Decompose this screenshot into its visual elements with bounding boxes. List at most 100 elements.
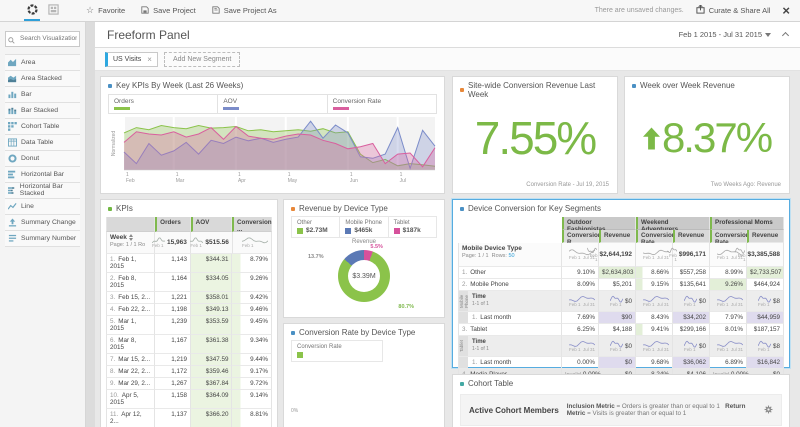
date-range-selector[interactable]: Feb 1 2015 - Jul 31 2015: [679, 30, 771, 39]
collapse-panel-icon[interactable]: [781, 31, 790, 40]
column-header[interactable]: Conversion Rate: [636, 230, 676, 246]
sidebar-item-donut[interactable]: Donut: [5, 150, 80, 167]
card-sitewide-conversion[interactable]: Site-wide Conversion Revenue Last Week 7…: [452, 76, 618, 194]
kpis-table-row[interactable]: 2. Feb 8, 2015 1,164 $334.05 9.26%: [106, 273, 272, 292]
remove-segment-icon[interactable]: ×: [147, 55, 152, 64]
search-visualizations-input[interactable]: [5, 30, 80, 47]
device-conversion-table: Outdoor FashionistasWeekend AdventurersP…: [458, 217, 784, 381]
sidebar-item-horizontal-bar[interactable]: Horizontal Bar: [5, 166, 80, 183]
kpis-table-row[interactable]: 3. Feb 15, 2... 1,221 $358.01 9.42%: [106, 292, 272, 304]
kpis-table-row[interactable]: 10. Apr 5, 2015 1,158 $364.09 9.14%: [106, 390, 272, 409]
legend-item-conversion-rate[interactable]: Conversion Rate: [327, 94, 437, 114]
column-header[interactable]: Conversion R...: [562, 230, 602, 246]
summary-footnote: Conversion Rate - Jul 19, 2015: [526, 182, 609, 188]
save-project-as-button[interactable]: Save Project As: [212, 5, 277, 16]
card-device-conversion[interactable]: Device Conversion for Key Segments Outdo…: [452, 199, 790, 381]
kpis-table-row[interactable]: 7. Mar 15, 2... 1,219 $347.59 9.44%: [106, 354, 272, 366]
card-cohort-table[interactable]: Cohort Table Active Cohort Members Inclu…: [452, 374, 790, 427]
legend-item-other[interactable]: Other $2.73M: [292, 217, 341, 237]
cohort-metrics: Inclusion Metric = Orders is greater tha…: [566, 403, 746, 417]
add-new-segment-button[interactable]: Add New Segment: [163, 51, 241, 67]
legend-item-mobile-phone[interactable]: Mobile Phone $465k: [340, 217, 389, 237]
time-breakdown-row[interactable]: Mobile Phone Time 1-1 of 1 Feb 1 Jul 31 Feb …: [458, 291, 784, 312]
sidebar-item-area-stacked[interactable]: Area Stacked: [5, 70, 80, 87]
save-icon: [141, 5, 149, 16]
sidebar-item-summary-number[interactable]: Summary Number: [5, 230, 80, 247]
active-tab-underline: [24, 19, 40, 21]
column-header[interactable]: Revenue: [673, 230, 710, 243]
segment-group-header: Outdoor FashionistasWeekend AdventurersP…: [458, 217, 784, 233]
card-kpis-table[interactable]: KPIs Orders AOV Conversion ... Week Page: 1…: [100, 199, 278, 427]
column-header[interactable]: Revenue: [747, 230, 784, 243]
card-week-over-week[interactable]: Week over Week Revenue 8.37% Two Weeks A…: [624, 76, 790, 194]
device-table-row[interactable]: 1. Last month 7.69% $90 8.43% $34,202 7.97% $44…: [458, 312, 784, 324]
sidebar-item-bar-stacked[interactable]: Bar Stacked: [5, 102, 80, 119]
kpis-table-row[interactable]: 5. Mar 1, 2015 1,239 $353.59 9.45%: [106, 316, 272, 335]
group-header[interactable]: Professional Moms: [710, 217, 784, 230]
sidebar-item-area[interactable]: Area: [5, 54, 80, 71]
card-conversion-by-device[interactable]: Conversion Rate by Device Type Conversio…: [283, 323, 445, 427]
donut-chart: Revenue $3.39M 5.5% 13.7% 80.7%: [308, 239, 414, 310]
kpis-table-row[interactable]: 11. Apr 12, 2... 1,137 $366.20 8.81%: [106, 409, 272, 427]
device-table-row[interactable]: 2. Mobile Phone 8.09% $5,201 9.15% $135,641 9.…: [458, 279, 784, 291]
card-revenue-by-device[interactable]: Revenue by Device Type Other $2.73M Mobile…: [283, 199, 445, 318]
group-header[interactable]: Outdoor Fashionistas: [562, 217, 636, 233]
workspace-logo-icon[interactable]: [27, 2, 38, 20]
curate-share-button[interactable]: Curate & Share All: [696, 4, 770, 16]
column-header[interactable]: Orders: [155, 217, 191, 232]
kpis-data-table: Orders AOV Conversion ... Week Page: 1 / 1 …: [106, 217, 272, 427]
sidebar-item-label: Area: [21, 58, 36, 66]
sort-icon[interactable]: [128, 234, 133, 241]
visualization-list: Area Area Stacked Bar Bar Stacked Cohort Tab…: [5, 53, 80, 247]
column-header[interactable]: AOV: [190, 217, 232, 232]
kpis-table-row[interactable]: 8. Mar 22, 2... 1,172 $359.46 9.17%: [106, 366, 272, 378]
kpis-table-row[interactable]: 6. Mar 8, 2015 1,167 $361.38 9.34%: [106, 335, 272, 354]
sidebar-item-cohort-table[interactable]: Cohort Table: [5, 118, 80, 135]
column-header[interactable]: Conversion ...: [232, 217, 272, 233]
unsaved-changes-text: There are unsaved changes.: [594, 7, 684, 14]
kpis-table-row[interactable]: 9. Mar 29, 2... 1,267 $367.84 9.72%: [106, 378, 272, 390]
panels-grid-icon[interactable]: [48, 2, 59, 20]
segment-chip-us-visits[interactable]: US Visits ×: [105, 51, 158, 67]
card-bullet: [460, 381, 464, 386]
svg-text:Apr: Apr: [238, 178, 246, 184]
device-table-row[interactable]: 1. Other 9.10% $2,634,803 8.66% $557,258 8.99%…: [458, 267, 784, 279]
kpis-table-row[interactable]: 4. Feb 22, 2... 1,198 $349.13 9.46%: [106, 304, 272, 316]
line-chart-icon: [8, 202, 17, 210]
summary-number-icon: [8, 234, 17, 242]
group-header[interactable]: Weekend Adventurers: [636, 217, 710, 233]
legend-item-aov[interactable]: AOV: [218, 94, 328, 114]
search-icon: [8, 31, 15, 49]
legend-swatch: [223, 107, 240, 110]
sidebar-item-data-table[interactable]: Data Table: [5, 134, 80, 151]
summary-number: 7.55%: [474, 112, 597, 164]
legend-item-orders[interactable]: Orders: [108, 94, 219, 114]
bar-chart-icon: [8, 91, 17, 98]
column-header[interactable]: Conversion Rate: [710, 230, 750, 246]
horizontal-bar-icon: [8, 170, 16, 178]
cohort-table-icon: [8, 121, 17, 131]
column-header[interactable]: Revenue: [599, 230, 636, 243]
axis-tick: 0%: [291, 408, 299, 414]
time-breakdown-row[interactable]: Tablet Time 1-1 of 1 Feb 1 Jul 31 Feb 1 $0 Feb…: [458, 336, 784, 357]
sidebar-item-horizontal-bar-stacked[interactable]: Horizontal Bar Stacked: [5, 182, 80, 199]
area-stacked-icon: [8, 75, 17, 82]
bar-chart-legend: Conversion Rate: [291, 340, 383, 362]
legend-item-tablet[interactable]: Tablet $187k: [389, 217, 436, 237]
bar-chart: 0%: [291, 366, 437, 427]
sidebar-item-line[interactable]: Line: [5, 198, 80, 215]
save-project-button[interactable]: Save Project: [141, 5, 196, 16]
device-table-row[interactable]: 1. Last month 0.00% $0 9.68% $36,062 6.89% $16,…: [458, 357, 784, 369]
kpis-table-row[interactable]: 1. Feb 1, 2015 1,143 $344.31 8.79%: [106, 254, 272, 273]
sidebar-item-bar[interactable]: Bar: [5, 86, 80, 103]
close-icon[interactable]: ×: [782, 4, 790, 17]
card-key-kpis-by-week[interactable]: Key KPIs By Week (Last 26 Weeks) Orders A…: [100, 76, 445, 194]
device-table-row[interactable]: 3. Tablet 6.25% $4,188 9.41% $299,166 8.01% $18…: [458, 324, 784, 336]
sidebar-item-summary-change[interactable]: Summary Change: [5, 214, 80, 231]
gear-icon[interactable]: [764, 401, 773, 419]
card-bullet: [291, 206, 295, 211]
star-icon: ☆: [86, 5, 95, 15]
summary-footnote: Two Weeks Ago: Revenue: [710, 182, 781, 188]
favorite-button[interactable]: ☆ Favorite: [86, 5, 125, 16]
device-totals-row: Mobile Device Type Page: 1 / 1 Rows: 50 Fe…: [458, 243, 784, 267]
